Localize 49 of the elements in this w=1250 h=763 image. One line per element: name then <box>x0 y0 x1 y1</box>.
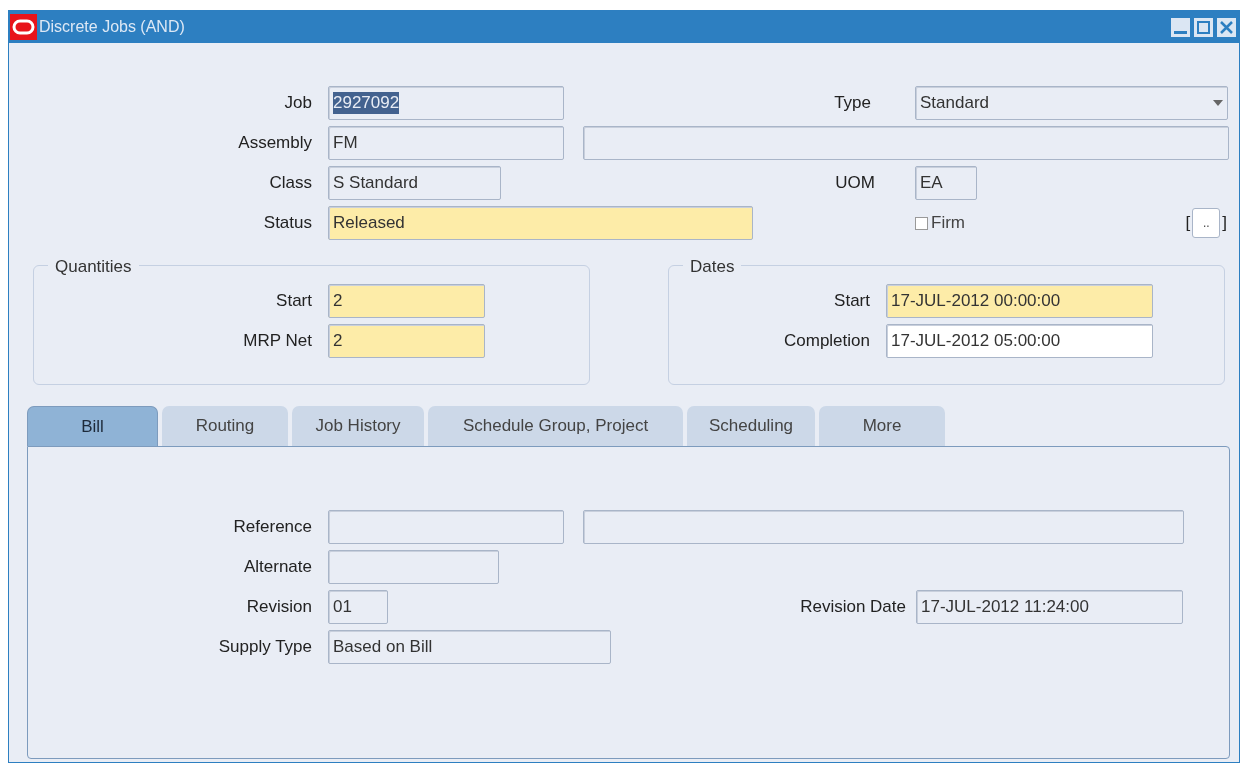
text-field[interactable]: Based on Bill <box>328 630 611 664</box>
tab[interactable]: Bill <box>27 406 158 446</box>
text-field[interactable]: 17-JUL-2012 11:24:00 <box>916 590 1183 624</box>
text-field[interactable]: 2 <box>328 284 485 318</box>
text-field[interactable]: 17-JUL-2012 00:00:00 <box>886 284 1153 318</box>
field-label: MRP Net <box>242 330 312 353</box>
flexfield-button[interactable]: .. <box>1192 208 1221 238</box>
tab[interactable]: Schedule Group, Project <box>428 406 683 446</box>
field-label: Start <box>833 290 870 313</box>
tab[interactable]: Routing <box>162 406 288 446</box>
text-field[interactable]: 17-JUL-2012 05:00:00 <box>886 324 1153 358</box>
field-label: Type <box>833 92 871 115</box>
field-label: Completion <box>783 330 870 353</box>
checkbox-label: Firm <box>931 212 965 235</box>
text-field[interactable] <box>328 510 564 544</box>
window-title: Discrete Jobs (AND) <box>39 17 185 37</box>
text-field[interactable] <box>328 550 499 584</box>
text-field[interactable] <box>583 126 1229 160</box>
field-label: Alternate <box>242 556 312 579</box>
field-label: Reference <box>232 516 312 539</box>
text-field[interactable]: 2 <box>328 324 485 358</box>
tab[interactable]: Job History <box>292 406 424 446</box>
field-label: Status <box>262 212 312 235</box>
field-label: Revision <box>245 596 312 619</box>
text-field[interactable]: 01 <box>328 590 388 624</box>
bracket: [ <box>1185 212 1191 235</box>
close-icon[interactable] <box>1217 17 1236 37</box>
field-label: Supply Type <box>217 636 312 659</box>
tab[interactable]: Scheduling <box>687 406 815 446</box>
text-field[interactable] <box>583 510 1184 544</box>
caret-icon <box>1213 100 1223 106</box>
field-label: Revision Date <box>799 596 906 619</box>
type-dropdown[interactable]: Standard <box>915 86 1228 120</box>
logo-icon <box>10 14 37 40</box>
text-field[interactable]: 2927092 <box>328 86 564 120</box>
firm-checkbox[interactable] <box>915 216 928 230</box>
field-label: Start <box>275 290 312 313</box>
field-label: Job <box>283 92 312 115</box>
text-field[interactable]: FM <box>328 126 564 160</box>
tab[interactable]: More <box>819 406 945 446</box>
minimize-icon[interactable] <box>1171 17 1190 37</box>
field-label: UOM <box>834 172 875 195</box>
text-field[interactable]: Released <box>328 206 753 240</box>
field-label: Class <box>268 172 312 195</box>
field-label: Assembly <box>237 132 312 155</box>
text-field[interactable]: S Standard <box>328 166 501 200</box>
text-field[interactable]: EA <box>915 166 977 200</box>
bracket: ] <box>1222 212 1227 235</box>
maximize-icon[interactable] <box>1194 17 1213 37</box>
